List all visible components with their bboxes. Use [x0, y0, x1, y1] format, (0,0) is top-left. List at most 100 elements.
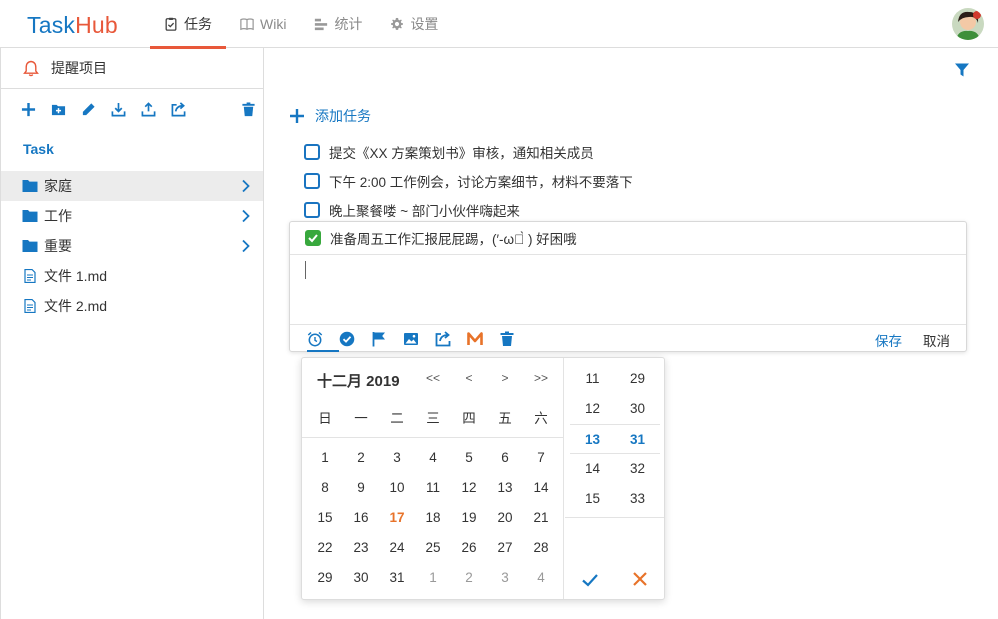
- editing-task-row[interactable]: 准备周五工作汇报屁屁踢，(′-ωก̀ ) 好困哦: [290, 222, 966, 255]
- todo-checkbox[interactable]: [304, 144, 320, 160]
- chevron-right-icon: [242, 209, 250, 223]
- calendar-day[interactable]: 18: [415, 503, 451, 533]
- calendar-day[interactable]: 28: [523, 533, 559, 563]
- calendar-day[interactable]: 8: [307, 473, 343, 503]
- calendar-day-next-month[interactable]: 2: [451, 563, 487, 593]
- minute-option-selected[interactable]: 31: [615, 425, 660, 453]
- calendar-day[interactable]: 11: [415, 473, 451, 503]
- tree-file-2[interactable]: 文件 2.md: [1, 291, 263, 321]
- complete-button[interactable]: [339, 329, 371, 349]
- weekday-label: 二: [390, 411, 404, 426]
- delete-task-button[interactable]: [499, 329, 531, 349]
- tab-settings[interactable]: 设置: [376, 0, 452, 48]
- task-notes-textarea[interactable]: [290, 255, 966, 325]
- calendar-day[interactable]: 1: [307, 443, 343, 473]
- todo-item[interactable]: 下午 2:00 工作例会，讨论方案细节，材料不要落下: [304, 171, 633, 191]
- todo-checkbox[interactable]: [304, 173, 320, 189]
- tab-wiki[interactable]: Wiki: [226, 0, 300, 48]
- minute-option[interactable]: 32: [615, 454, 660, 484]
- calendar-day[interactable]: 20: [487, 503, 523, 533]
- calendar-day[interactable]: 21: [523, 503, 559, 533]
- hour-option[interactable]: 15: [570, 484, 615, 514]
- add-folder-button[interactable]: [51, 97, 81, 121]
- calendar-day[interactable]: 14: [523, 473, 559, 503]
- save-button[interactable]: 保存: [875, 330, 902, 350]
- edit-button[interactable]: [81, 97, 111, 121]
- confirm-check-icon[interactable]: [581, 571, 599, 589]
- minute-option[interactable]: 29: [615, 364, 660, 394]
- calendar-day[interactable]: 30: [343, 563, 379, 593]
- main-nav: 任务 Wiki 统计 设置: [150, 0, 452, 49]
- calendar-day[interactable]: 29: [307, 563, 343, 593]
- avatar[interactable]: [952, 8, 984, 40]
- close-icon[interactable]: [632, 571, 648, 587]
- add-task-file-button[interactable]: [21, 97, 51, 121]
- calendar-day[interactable]: 7: [523, 443, 559, 473]
- calendar-day[interactable]: 15: [307, 503, 343, 533]
- calendar-day[interactable]: 31: [379, 563, 415, 593]
- calendar-day[interactable]: 9: [343, 473, 379, 503]
- calendar-day[interactable]: 16: [343, 503, 379, 533]
- prev-year-button[interactable]: <<: [423, 371, 443, 385]
- download-button[interactable]: [111, 97, 141, 121]
- editor-toolbar: 保存 取消: [290, 325, 966, 352]
- flag-button[interactable]: [371, 329, 403, 349]
- calendar-day[interactable]: 26: [451, 533, 487, 563]
- app-logo[interactable]: TaskHub: [27, 12, 118, 39]
- add-task-label: 添加任务: [315, 108, 371, 124]
- calendar-day[interactable]: 22: [307, 533, 343, 563]
- move-button[interactable]: [171, 97, 201, 121]
- delete-button[interactable]: [241, 97, 271, 121]
- hour-option-selected[interactable]: 13: [570, 425, 615, 453]
- calendar-day[interactable]: 6: [487, 443, 523, 473]
- calendar-day[interactable]: 10: [379, 473, 415, 503]
- calendar-day-next-month[interactable]: 1: [415, 563, 451, 593]
- todo-checkbox-checked[interactable]: [305, 230, 321, 246]
- tree-folder-work[interactable]: 工作: [1, 201, 263, 231]
- calendar-day-today[interactable]: 17: [379, 503, 415, 533]
- calendar-day[interactable]: 12: [451, 473, 487, 503]
- image-button[interactable]: [403, 329, 435, 349]
- calendar-day[interactable]: 2: [343, 443, 379, 473]
- minute-option[interactable]: 30: [615, 394, 660, 424]
- add-task-button[interactable]: 添加任务: [289, 106, 371, 126]
- bar-list-icon: [315, 18, 328, 31]
- next-year-button[interactable]: >>: [531, 371, 551, 385]
- clipboard-check-icon: [165, 17, 177, 31]
- calendar-day-next-month[interactable]: 3: [487, 563, 523, 593]
- markdown-button[interactable]: [467, 329, 499, 349]
- move-task-button[interactable]: [435, 329, 467, 349]
- tab-stats[interactable]: 统计: [300, 0, 376, 48]
- tree-folder-family[interactable]: 家庭: [1, 171, 263, 201]
- calendar-day[interactable]: 24: [379, 533, 415, 563]
- tree-file-1[interactable]: 文件 1.md: [1, 261, 263, 291]
- next-month-button[interactable]: >: [495, 371, 515, 385]
- todo-item[interactable]: 晚上聚餐喽 ~ 部门小伙伴嗨起来: [304, 200, 520, 220]
- tab-tasks[interactable]: 任务: [150, 0, 226, 49]
- download-icon: [111, 102, 126, 116]
- calendar-day[interactable]: 5: [451, 443, 487, 473]
- calendar-day[interactable]: 27: [487, 533, 523, 563]
- calendar-day-next-month[interactable]: 4: [523, 563, 559, 593]
- cancel-button[interactable]: 取消: [923, 330, 950, 350]
- hour-option[interactable]: 11: [570, 364, 615, 394]
- upload-button[interactable]: [141, 97, 171, 121]
- reminder-button[interactable]: [307, 328, 339, 352]
- tree-folder-important[interactable]: 重要: [1, 231, 263, 261]
- filter-icon[interactable]: [954, 62, 970, 78]
- calendar-day[interactable]: 13: [487, 473, 523, 503]
- todo-item[interactable]: 提交《XX 方案策划书》审核，通知相关成员: [304, 142, 594, 162]
- calendar-day[interactable]: 19: [451, 503, 487, 533]
- hour-option[interactable]: 14: [570, 454, 615, 484]
- minute-option[interactable]: 33: [615, 484, 660, 514]
- todo-checkbox[interactable]: [304, 202, 320, 218]
- remind-items[interactable]: 提醒项目: [1, 48, 263, 89]
- chevron-right-icon: [242, 239, 250, 253]
- calendar-day[interactable]: 25: [415, 533, 451, 563]
- bell-icon: [23, 60, 39, 76]
- calendar-day[interactable]: 23: [343, 533, 379, 563]
- hour-option[interactable]: 12: [570, 394, 615, 424]
- prev-month-button[interactable]: <: [459, 371, 479, 385]
- calendar-day[interactable]: 4: [415, 443, 451, 473]
- calendar-day[interactable]: 3: [379, 443, 415, 473]
